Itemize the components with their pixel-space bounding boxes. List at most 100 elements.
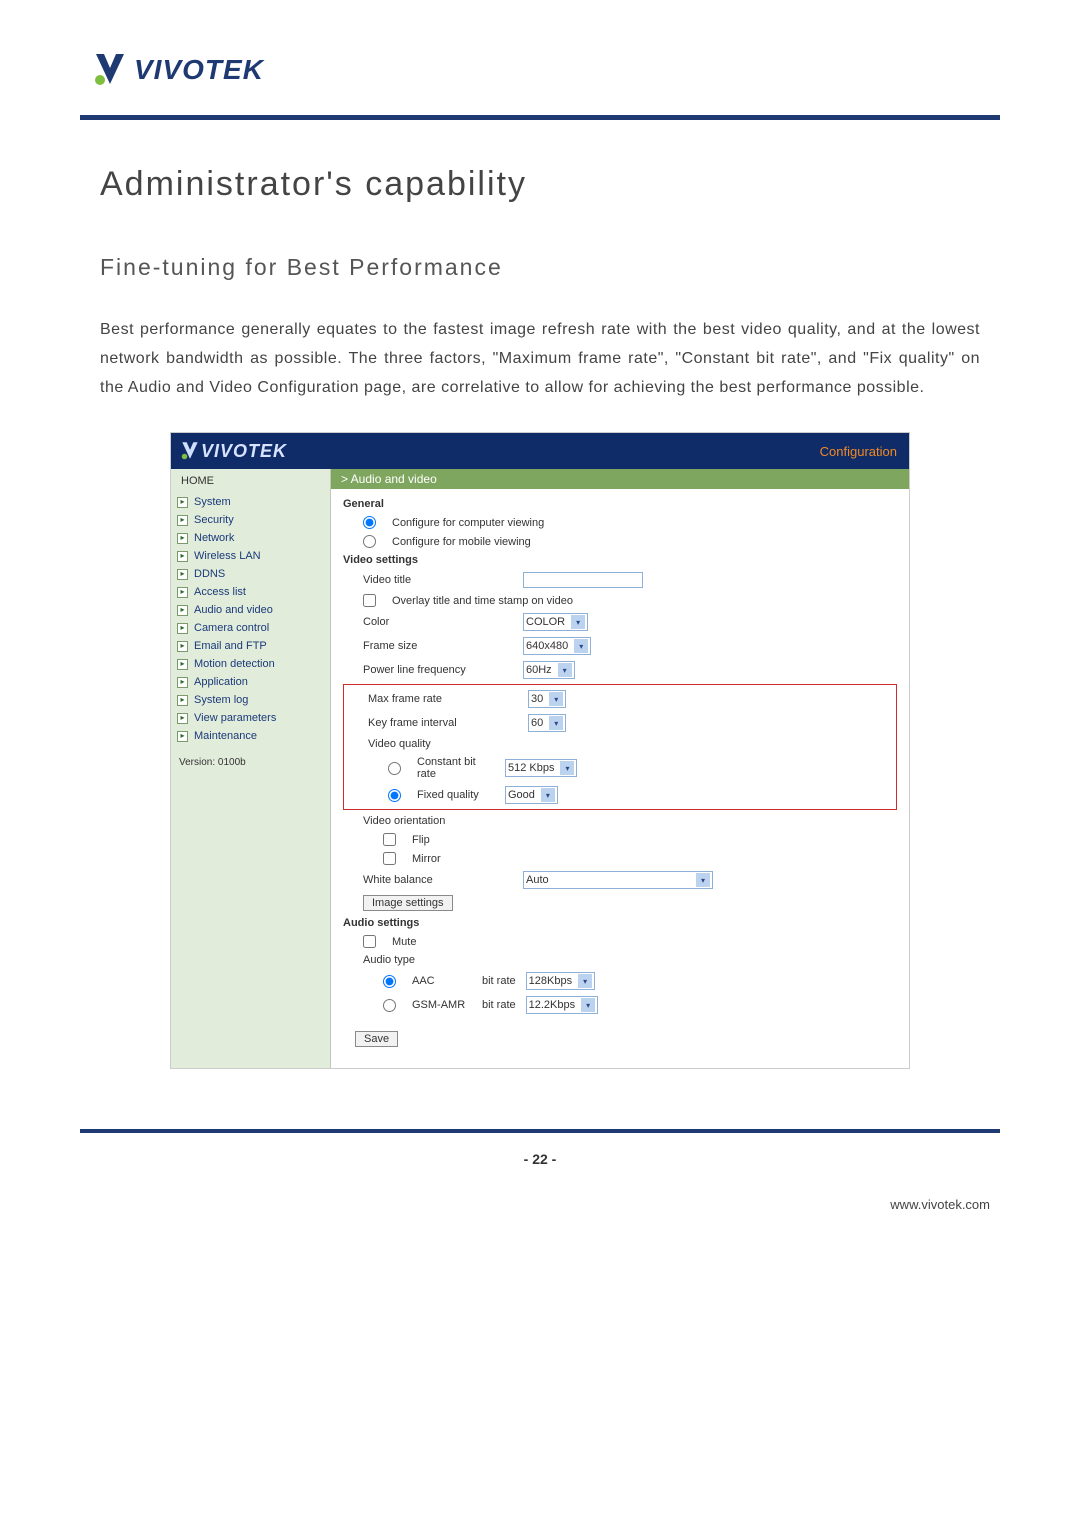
version-label: Version: 0100b [171,745,330,780]
expand-icon: ▸ [177,497,188,508]
label-frame-size: Frame size [363,640,513,652]
select-color[interactable]: COLOR▾ [523,613,588,631]
label-wb: White balance [363,874,513,886]
label-plf: Power line frequency [363,664,513,676]
row-mobile-viewing: Configure for mobile viewing [343,532,897,551]
row-aac: AAC bit rate 128Kbps▾ [343,969,897,993]
row-white-balance: White balance Auto▾ [343,868,897,892]
audio-heading: Audio settings [343,914,897,932]
row-frame-size: Frame size 640x480▾ [343,634,897,658]
label-flip: Flip [412,834,430,846]
row-audio-type: Audio type [343,951,897,969]
row-video-title: Video title [343,569,897,591]
nav-ddns[interactable]: ▸DDNS [171,565,330,583]
nav-home[interactable]: HOME [171,469,330,493]
settings-panel: > Audio and video General Configure for … [331,469,909,1068]
nav-application[interactable]: ▸Application [171,673,330,691]
label-audio-type: Audio type [363,954,415,966]
select-cbr[interactable]: 512 Kbps▾ [505,759,577,777]
row-gsm: GSM-AMR bit rate 12.2Kbps▾ [343,993,897,1017]
label-video-quality: Video quality [368,738,518,750]
config-header: VIVOTEK Configuration [171,433,909,469]
checkbox-flip[interactable] [383,833,396,846]
save-button[interactable]: Save [355,1031,398,1047]
chevron-down-icon: ▾ [560,761,574,775]
radio-computer-viewing[interactable] [363,516,376,529]
nav-wireless-lan[interactable]: ▸Wireless LAN [171,547,330,565]
expand-icon: ▸ [177,713,188,724]
nav-view-parameters[interactable]: ▸View parameters [171,709,330,727]
label-mfr: Max frame rate [368,693,518,705]
row-fixed-quality: Fixed quality Good▾ [348,783,892,807]
label-overlay: Overlay title and time stamp on video [392,595,573,607]
expand-icon: ▸ [177,533,188,544]
row-kfi: Key frame interval 60▾ [348,711,892,735]
nav-email-ftp[interactable]: ▸Email and FTP [171,637,330,655]
video-heading: Video settings [343,551,897,569]
config-screenshot: VIVOTEK Configuration HOME ▸System ▸Secu… [170,432,910,1069]
nav-security[interactable]: ▸Security [171,511,330,529]
select-frame-size[interactable]: 640x480▾ [523,637,591,655]
chevron-down-icon: ▾ [574,639,588,653]
chevron-down-icon: ▾ [571,615,585,629]
label-mute: Mute [392,936,416,948]
nav-system-log[interactable]: ▸System log [171,691,330,709]
general-heading: General [343,495,897,513]
label-aac: AAC [412,975,472,987]
intro-paragraph: Best performance generally equates to th… [100,316,980,402]
chevron-down-icon: ▾ [558,663,572,677]
input-video-title[interactable] [523,572,643,588]
page-number: - 22 - [80,1151,1000,1167]
config-brand-logo: VIVOTEK [179,440,287,462]
expand-icon: ▸ [177,641,188,652]
nav-maintenance[interactable]: ▸Maintenance [171,727,330,745]
expand-icon: ▸ [177,587,188,598]
label-kfi: Key frame interval [368,717,518,729]
expand-icon: ▸ [177,569,188,580]
select-wb[interactable]: Auto▾ [523,871,713,889]
expand-icon: ▸ [177,551,188,562]
select-mfr[interactable]: 30▾ [528,690,566,708]
radio-cbr[interactable] [388,762,401,775]
chevron-down-icon: ▾ [549,716,563,730]
select-plf[interactable]: 60Hz▾ [523,661,575,679]
checkbox-mute[interactable] [363,935,376,948]
chevron-down-icon: ▾ [578,974,592,988]
label-gsm: GSM-AMR [412,999,472,1011]
select-kfi[interactable]: 60▾ [528,714,566,732]
row-mute: Mute [343,932,897,951]
footer-url: www.vivotek.com [80,1197,1000,1212]
brand-mark-icon [90,50,130,90]
section-title: Fine-tuning for Best Performance [100,254,1000,281]
select-fixed-quality[interactable]: Good▾ [505,786,558,804]
expand-icon: ▸ [177,515,188,526]
select-gsm-bitrate[interactable]: 12.2Kbps▾ [526,996,598,1014]
radio-aac[interactable] [383,975,396,988]
checkbox-mirror[interactable] [383,852,396,865]
expand-icon: ▸ [177,731,188,742]
nav-system[interactable]: ▸System [171,493,330,511]
highlighted-settings: Max frame rate 30▾ Key frame interval 60… [343,684,897,810]
radio-gsm[interactable] [383,999,396,1012]
nav-network[interactable]: ▸Network [171,529,330,547]
checkbox-overlay[interactable] [363,594,376,607]
expand-icon: ▸ [177,623,188,634]
nav-audio-video[interactable]: ▸Audio and video [171,601,330,619]
top-divider [80,115,1000,120]
label-bitrate-aac: bit rate [482,975,516,987]
row-orientation: Video orientation [343,812,897,830]
nav-camera-control[interactable]: ▸Camera control [171,619,330,637]
select-aac-bitrate[interactable]: 128Kbps▾ [526,972,595,990]
label-orientation: Video orientation [363,815,445,827]
chevron-down-icon: ▾ [541,788,555,802]
row-video-quality: Video quality [348,735,892,753]
configuration-link[interactable]: Configuration [820,444,897,459]
radio-fixed-quality[interactable] [388,789,401,802]
config-brand-word: VIVOTEK [201,441,287,462]
radio-mobile-viewing[interactable] [363,535,376,548]
nav-motion-detection[interactable]: ▸Motion detection [171,655,330,673]
bottom-divider [80,1129,1000,1133]
nav-access-list[interactable]: ▸Access list [171,583,330,601]
image-settings-button[interactable]: Image settings [363,895,453,911]
brand-logo: VIVOTEK [90,50,1000,90]
